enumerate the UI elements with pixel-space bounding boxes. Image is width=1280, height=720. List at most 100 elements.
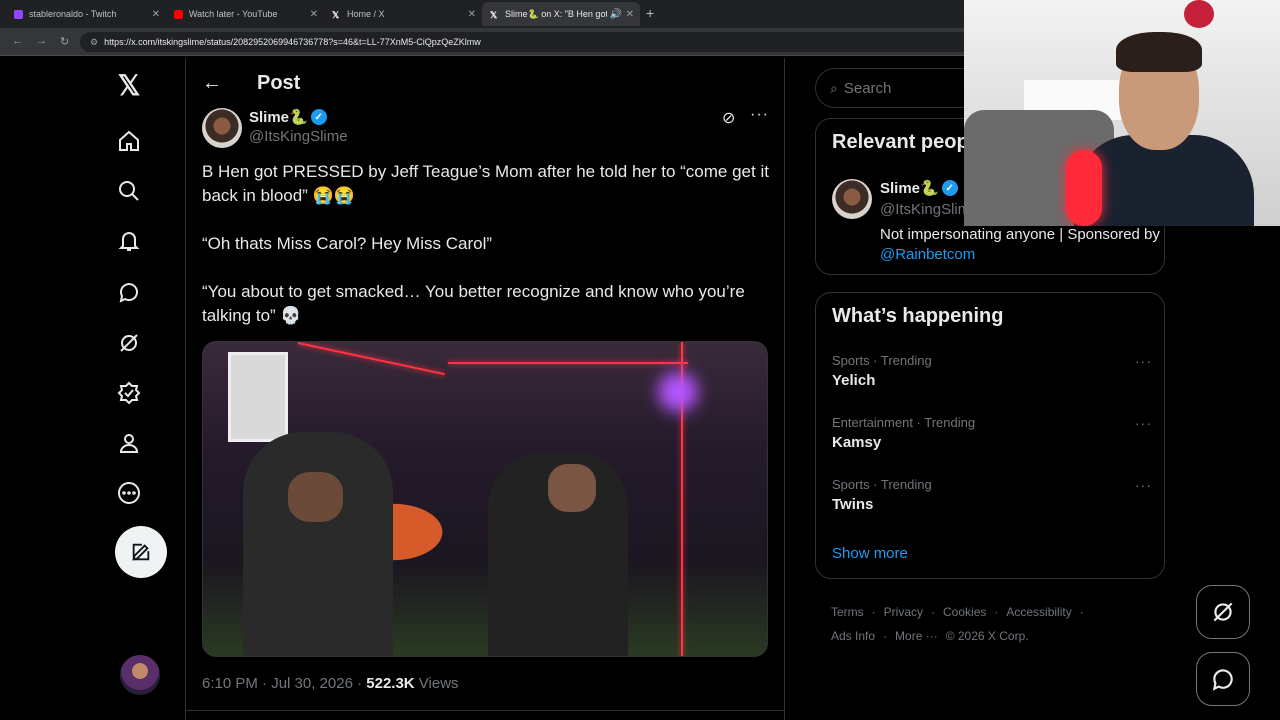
tab-youtube[interactable]: Watch later - YouTube ✕	[166, 4, 324, 24]
webcam-red-object	[1184, 0, 1214, 28]
footer-link-more[interactable]: More ···	[895, 629, 938, 643]
explore-search-icon[interactable]	[116, 178, 142, 204]
card-title: Relevant people	[832, 131, 986, 153]
premium-verified-icon[interactable]	[116, 380, 142, 406]
led-strip	[448, 362, 688, 364]
search-placeholder: Search	[843, 79, 892, 97]
account-avatar[interactable]	[120, 655, 160, 695]
author-name[interactable]: Slime🐍	[249, 108, 308, 126]
close-icon[interactable]: ✕	[310, 9, 318, 20]
trend-name: Twins	[832, 496, 874, 513]
forward-icon[interactable]: →	[36, 35, 47, 47]
trend-category: Sports · Trending	[832, 477, 932, 492]
bio-text: Not impersonating anyone | Sponsored by	[880, 226, 1160, 243]
relevant-name[interactable]: Slime🐍	[880, 179, 939, 197]
tab-twitch[interactable]: stableronaldo - Twitch ✕	[6, 4, 166, 24]
trend-category: Entertainment · Trending	[832, 415, 976, 430]
twitch-icon	[14, 9, 23, 19]
webcam-microphone	[1066, 150, 1102, 226]
author-handle[interactable]: @ItsKingSlime	[249, 128, 348, 145]
tab-slime-post[interactable]: 𝕏 Slime🐍 on X: "B Hen got P 🔊 ✕	[482, 2, 640, 26]
reload-icon[interactable]: ↻	[60, 35, 69, 48]
post-paragraph: “You about to get smacked… You better re…	[202, 282, 745, 325]
compose-post-button[interactable]	[115, 526, 167, 578]
tab-label: Home / X	[347, 9, 385, 19]
footer-link-accessibility[interactable]: Accessibility	[1006, 605, 1071, 619]
divider	[186, 710, 784, 711]
more-options-icon[interactable]	[116, 480, 142, 506]
grok-icon	[1213, 602, 1233, 622]
youtube-icon	[174, 9, 183, 19]
post-paragraph: B Hen got PRESSED by Jeff Teague’s Mom a…	[202, 162, 769, 205]
author-name-row[interactable]: Slime🐍 ✓	[249, 108, 327, 126]
speaker-icon[interactable]: 🔊	[610, 9, 622, 20]
close-icon[interactable]: ✕	[626, 9, 634, 20]
card-title: What’s happening	[832, 305, 1004, 327]
site-info-icon[interactable]: ⚙	[90, 37, 98, 48]
footer-link-cookies[interactable]: Cookies	[943, 605, 986, 619]
search-icon: ⌕	[830, 79, 838, 96]
close-icon[interactable]: ✕	[468, 9, 476, 20]
copyright: © 2026 X Corp.	[945, 629, 1029, 643]
more-options-icon[interactable]: ···	[1135, 353, 1152, 369]
messages-icon[interactable]	[116, 279, 142, 305]
footer-link-privacy[interactable]: Privacy	[884, 605, 923, 619]
post-time[interactable]: 6:10 PM · Jul 30, 2026 ·	[202, 675, 366, 692]
tab-home-x[interactable]: 𝕏 Home / X ✕	[324, 4, 482, 24]
grok-explain-icon[interactable]: ⊘	[722, 108, 735, 128]
relevant-avatar[interactable]	[832, 179, 872, 219]
trend-name: Kamsy	[832, 434, 882, 451]
person-left	[243, 432, 393, 656]
more-options-icon[interactable]: ···	[750, 106, 769, 124]
profile-icon[interactable]	[116, 430, 142, 456]
messages-floating-button[interactable]	[1196, 652, 1250, 706]
more-options-icon[interactable]: ···	[1135, 477, 1152, 493]
show-more-link[interactable]: Show more	[832, 545, 908, 562]
footer-link-terms[interactable]: Terms	[831, 605, 864, 619]
views-label: Views	[414, 675, 459, 692]
author-avatar[interactable]	[202, 108, 242, 148]
relevant-name-row[interactable]: Slime🐍 ✓	[880, 179, 958, 197]
notifications-bell-icon[interactable]	[116, 228, 142, 254]
footer-separator: ·	[883, 629, 888, 643]
post-timestamp: 6:10 PM · Jul 30, 2026 · 522.3K Views	[202, 675, 459, 692]
trend-item[interactable]: Entertainment · Trending Kamsy ···	[832, 415, 1152, 451]
relevant-bio: Not impersonating anyone | Sponsored by …	[880, 225, 1160, 265]
close-icon[interactable]: ✕	[152, 9, 160, 20]
url-field[interactable]: ⚙ https://x.com/itskingslime/status/2082…	[80, 32, 980, 52]
url-text: https://x.com/itskingslime/status/208295…	[104, 37, 481, 47]
trend-item[interactable]: Sports · Trending Twins ···	[832, 477, 1152, 513]
compose-icon	[132, 543, 150, 561]
webcam-person-hair	[1116, 32, 1202, 72]
post-video[interactable]	[202, 341, 768, 657]
footer-separator: ·	[994, 605, 999, 619]
tab-label: Slime🐍 on X: "B Hen got P	[505, 8, 607, 19]
more-options-icon[interactable]: ···	[1135, 415, 1152, 431]
footer-links: Terms · Privacy · Cookies · Accessibility · Ads…	[831, 600, 1161, 648]
trend-item[interactable]: Sports · Trending Yelich ···	[832, 353, 1152, 389]
trend-name: Yelich	[832, 372, 876, 389]
grok-floating-button[interactable]	[1196, 585, 1250, 639]
tab-label: stableronaldo - Twitch	[29, 9, 117, 19]
page-title: Post	[257, 72, 301, 94]
footer-link-ads-info[interactable]: Ads Info	[831, 629, 875, 643]
left-navigation: 𝕏	[100, 58, 185, 720]
footer-separator: ·	[1079, 605, 1084, 619]
back-arrow-icon[interactable]: ←	[202, 72, 222, 95]
led-strip	[297, 342, 445, 376]
new-tab-button[interactable]: +	[646, 5, 654, 21]
post-text: B Hen got PRESSED by Jeff Teague’s Mom a…	[202, 160, 772, 352]
bio-link[interactable]: @Rainbetcom	[880, 246, 975, 263]
verified-badge-icon: ✓	[941, 180, 958, 196]
wall-poster	[228, 352, 288, 442]
footer-separator: ·	[931, 605, 936, 619]
purple-light	[658, 372, 698, 412]
grok-icon[interactable]	[116, 330, 142, 356]
footer-separator: ·	[871, 605, 876, 619]
home-icon[interactable]	[116, 128, 142, 154]
back-icon[interactable]: ←	[12, 35, 23, 47]
x-logo-icon: 𝕏	[332, 9, 340, 20]
x-logo-icon[interactable]: 𝕏	[114, 70, 144, 101]
trend-category: Sports · Trending	[832, 353, 932, 368]
verified-badge-icon: ✓	[310, 109, 327, 125]
